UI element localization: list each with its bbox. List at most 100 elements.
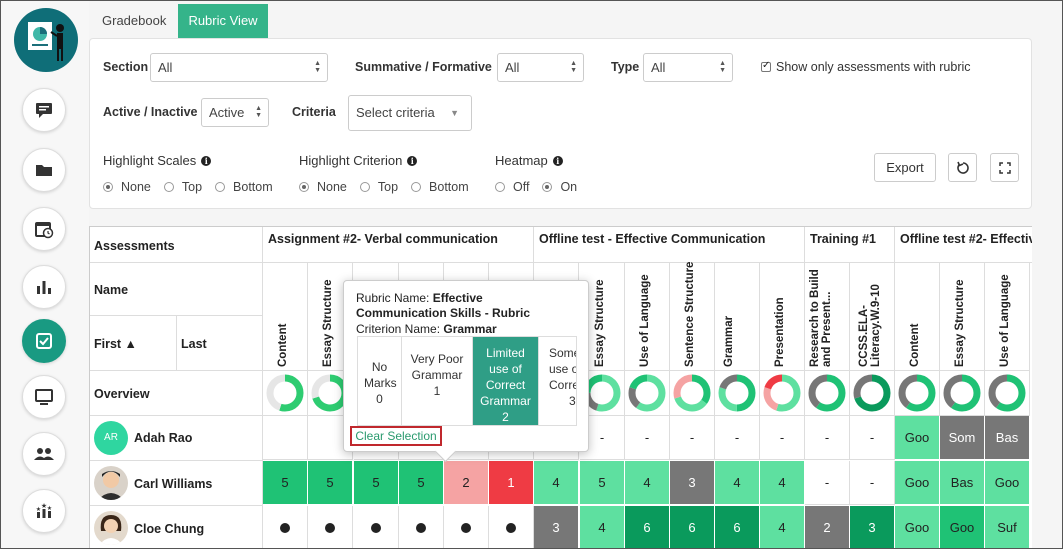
score-cell[interactable]: [308, 506, 353, 548]
last-name-sort[interactable]: Last: [177, 316, 263, 371]
score-cell[interactable]: 1: [489, 461, 534, 505]
score-cell[interactable]: 2: [805, 506, 850, 548]
score-cell[interactable]: [489, 506, 534, 548]
score-cell[interactable]: 4: [760, 506, 805, 548]
criteria-select[interactable]: Select criteria ▼: [348, 95, 472, 131]
score-cell[interactable]: -: [760, 416, 805, 460]
score-value: 5: [417, 475, 425, 490]
score-cell[interactable]: -: [625, 416, 670, 460]
level-option[interactable]: No Marks 0: [358, 337, 402, 425]
score-cell[interactable]: Bas: [940, 461, 985, 505]
score-cell[interactable]: Goo: [895, 416, 940, 460]
criteria-placeholder: Select criteria: [356, 105, 435, 120]
scales-top-option[interactable]: Top: [163, 180, 202, 194]
type-select[interactable]: All ▲ ▼: [643, 53, 733, 82]
score-cell[interactable]: -: [715, 416, 760, 460]
overview-cell: [805, 371, 850, 416]
criterion-header-cell[interactable]: Presentation: [760, 263, 805, 371]
export-button[interactable]: Export: [874, 153, 936, 182]
criterion-header-cell[interactable]: Content: [263, 263, 308, 371]
score-cell[interactable]: Goo: [985, 461, 1030, 505]
clear-selection-button[interactable]: Clear Selection: [350, 426, 442, 446]
score-cell[interactable]: 3: [534, 506, 579, 548]
screen-nav-button[interactable]: [22, 375, 66, 419]
messages-nav-button[interactable]: [22, 88, 66, 132]
criterion-none-option[interactable]: None: [299, 180, 347, 194]
schedule-nav-button[interactable]: [22, 207, 66, 251]
show-only-rubric-checkbox[interactable]: Show only assessments with rubric: [761, 60, 971, 74]
score-cell[interactable]: 3: [850, 506, 895, 548]
score-cell[interactable]: [444, 506, 489, 548]
active-inactive-select[interactable]: Active ▲ ▼: [201, 98, 269, 127]
score-cell[interactable]: 4: [715, 461, 760, 505]
info-icon[interactable]: i: [201, 155, 212, 166]
active-inactive-label: Active / Inactive: [103, 105, 198, 119]
score-cell[interactable]: -: [805, 416, 850, 460]
score-cell[interactable]: -: [670, 416, 715, 460]
score-cell[interactable]: 5: [580, 461, 625, 505]
score-cell[interactable]: -: [850, 416, 895, 460]
criterion-header-cell[interactable]: Sentence Structure: [670, 262, 715, 371]
fullscreen-button[interactable]: [990, 153, 1019, 182]
scales-bottom-option[interactable]: Bottom: [215, 180, 273, 194]
criterion-top-option[interactable]: Top: [359, 180, 398, 194]
scales-none-option[interactable]: None: [103, 180, 151, 194]
folder-nav-button[interactable]: [22, 148, 66, 192]
score-cell[interactable]: -: [850, 461, 895, 505]
info-icon[interactable]: i: [407, 155, 418, 166]
score-cell[interactable]: Goo: [895, 506, 940, 548]
score-cell[interactable]: 4: [534, 461, 579, 505]
score-cell[interactable]: [354, 506, 399, 548]
score-cell[interactable]: 6: [670, 506, 715, 548]
score-cell[interactable]: [399, 506, 444, 548]
score-cell[interactable]: 2: [444, 461, 489, 505]
gradebook-nav-button[interactable]: [22, 319, 66, 363]
criterion-header-cell[interactable]: Research to Build and Present...: [805, 263, 850, 371]
criterion-header-cell[interactable]: Use of Language: [985, 263, 1030, 371]
score-cell[interactable]: 5: [354, 461, 399, 505]
criterion-label: Presentation: [774, 297, 786, 367]
criterion-bottom-option[interactable]: Bottom: [411, 180, 469, 194]
score-cell[interactable]: 5: [308, 461, 353, 505]
score-cell[interactable]: -: [805, 461, 850, 505]
score-cell[interactable]: Bas: [985, 416, 1030, 460]
score-cell[interactable]: Goo: [895, 461, 940, 505]
score-cell[interactable]: Suf: [985, 506, 1030, 548]
score-cell[interactable]: 4: [760, 461, 805, 505]
score-cell[interactable]: [263, 416, 308, 460]
level-option[interactable]: Some use of Correct 3: [539, 337, 576, 425]
score-cell[interactable]: 5: [399, 461, 444, 505]
reports-nav-button[interactable]: [22, 265, 66, 309]
refresh-button[interactable]: [948, 153, 977, 182]
people-nav-button[interactable]: [22, 432, 66, 476]
score-cell[interactable]: 4: [580, 506, 625, 548]
criterion-header-cell[interactable]: CCSS.ELA-Literacy.W.9-10: [850, 263, 895, 371]
heatmap-off-option[interactable]: Off: [495, 180, 529, 194]
score-cell[interactable]: 3: [670, 461, 715, 505]
level-option[interactable]: Very Poor Grammar 1: [402, 337, 473, 425]
score-cell[interactable]: Goo: [940, 506, 985, 548]
criterion-header-cell[interactable]: Grammar: [715, 263, 760, 371]
score-value: -: [779, 430, 785, 445]
info-icon[interactable]: i: [552, 155, 563, 166]
score-value: 5: [281, 475, 289, 490]
score-cell[interactable]: Som: [940, 416, 985, 460]
section-select[interactable]: All ▲ ▼: [150, 53, 328, 82]
tab-rubric-view[interactable]: Rubric View: [178, 4, 268, 38]
score-cell[interactable]: 6: [715, 506, 760, 548]
score-cell[interactable]: 6: [625, 506, 670, 548]
rubric-prefix: Rubric Name:: [356, 291, 433, 305]
heatmap-on-option[interactable]: On: [542, 180, 577, 194]
rubric-name-part1: Effective: [432, 291, 483, 305]
criterion-header-cell[interactable]: Essay Structure: [940, 263, 985, 371]
summative-formative-select[interactable]: All ▲ ▼: [497, 53, 584, 82]
score-cell[interactable]: 5: [263, 461, 308, 505]
level-option-selected[interactable]: Limited use of Correct Grammar 2: [473, 337, 539, 425]
tab-gradebook[interactable]: Gradebook: [89, 4, 179, 38]
first-name-sort[interactable]: First ▲: [90, 316, 177, 371]
criterion-header-cell[interactable]: Content: [895, 263, 940, 371]
score-cell[interactable]: [263, 506, 308, 548]
achievements-nav-button[interactable]: ★ ★ ★: [22, 489, 66, 533]
criterion-header-cell[interactable]: Use of Language: [625, 263, 670, 371]
score-cell[interactable]: 4: [625, 461, 670, 505]
